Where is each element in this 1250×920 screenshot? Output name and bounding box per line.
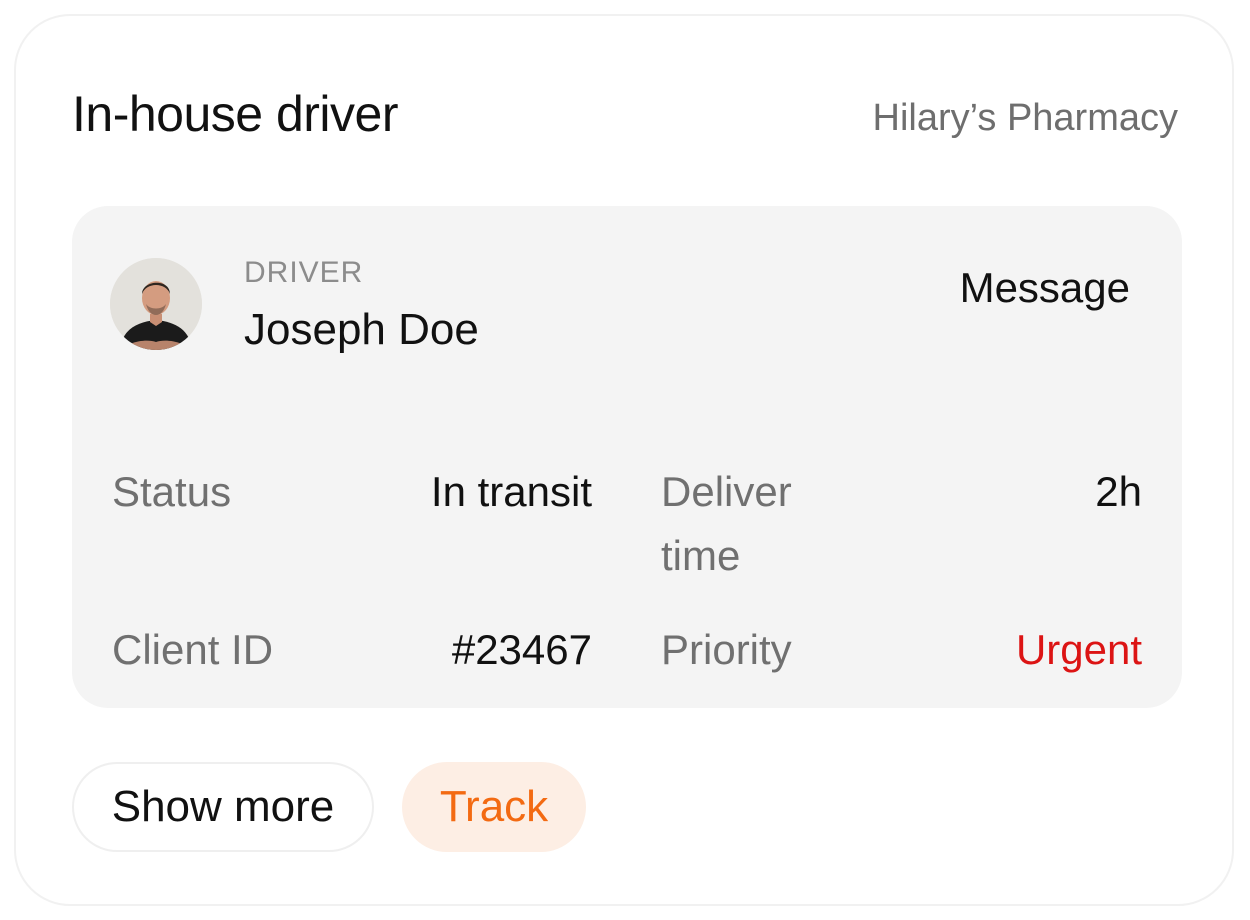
- client-id-value: #23467: [451, 626, 592, 673]
- show-more-button[interactable]: Show more: [72, 762, 374, 852]
- driver-name: Joseph Doe: [244, 305, 479, 354]
- driver-avatar: [110, 258, 202, 350]
- deliver-time-value: 2h: [1095, 468, 1142, 515]
- merchant-name: Hilary’s Pharmacy: [872, 97, 1178, 139]
- status-label: Status: [112, 468, 232, 515]
- message-button[interactable]: Message: [960, 262, 1130, 314]
- driver-caption: DRIVER: [244, 256, 364, 289]
- status-value: In transit: [430, 468, 592, 515]
- client-id-label: Client ID: [112, 626, 274, 673]
- priority-label: Priority: [661, 626, 792, 673]
- avatar-photo-icon: [110, 258, 202, 350]
- deliver-time-label: Deliver time: [661, 468, 792, 579]
- driver-panel: DRIVER Joseph Doe Message Status In tran…: [72, 206, 1182, 708]
- delivery-card: In-house driver Hilary’s Pharmacy DRIVER…: [14, 14, 1234, 906]
- priority-value: Urgent: [1015, 626, 1142, 673]
- track-button[interactable]: Track: [402, 762, 586, 852]
- card-title: In-house driver: [72, 86, 399, 142]
